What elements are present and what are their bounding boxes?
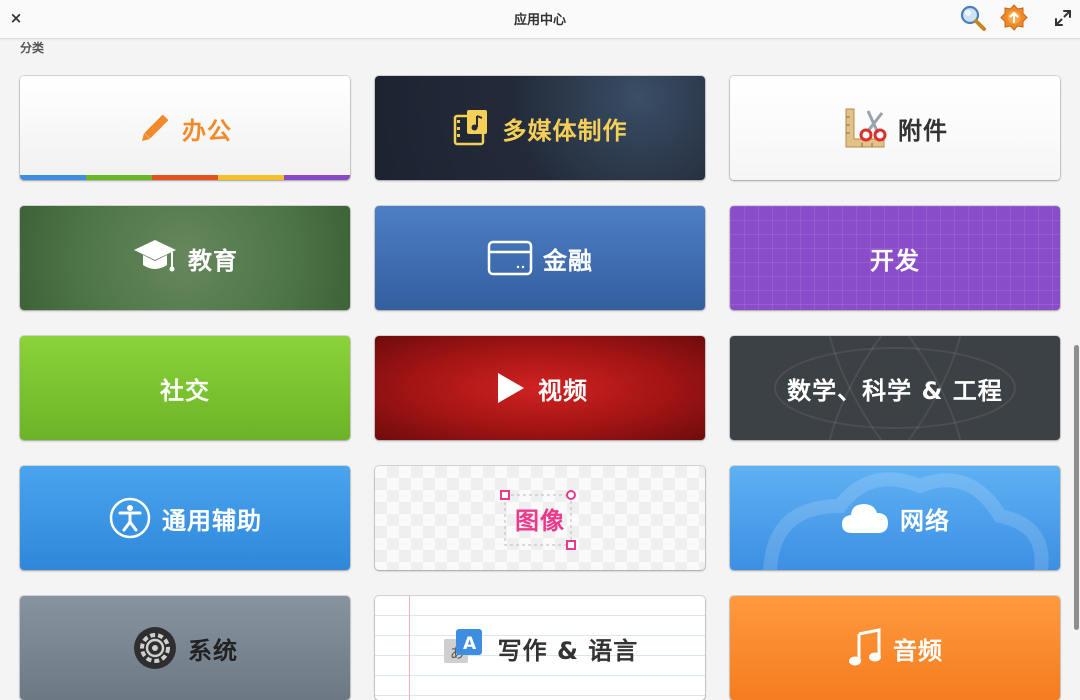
category-accessibility[interactable]: 通用辅助 [20, 466, 350, 570]
stripe-red [152, 175, 218, 180]
gear-icon [132, 625, 178, 671]
play-icon [492, 370, 528, 406]
window-title: 应用中心 [513, 13, 566, 28]
category-audio[interactable]: 音频 [730, 596, 1060, 700]
category-video[interactable]: 视频 [375, 336, 705, 440]
stripe-green [86, 175, 152, 180]
category-office[interactable]: 办公 [20, 76, 350, 180]
category-system[interactable]: 系统 [20, 596, 350, 700]
category-label: 系统 [188, 636, 238, 665]
notebook-margin-line [409, 596, 410, 700]
music-note-icon [847, 628, 883, 668]
expand-icon [1055, 10, 1071, 26]
category-label: 音频 [893, 636, 943, 665]
category-label: 办公 [182, 116, 232, 145]
updates-button[interactable] [999, 3, 1029, 33]
category-development[interactable]: 开发 [730, 206, 1060, 310]
category-label: 社交 [160, 376, 210, 405]
category-label: 网络 [900, 506, 950, 535]
category-label: 通用辅助 [162, 506, 262, 535]
category-label: 写作 & 语言 [497, 636, 639, 665]
category-label: 数学、科学 & 工程 [787, 376, 1003, 405]
svg-text:A: A [463, 634, 477, 654]
category-label: 附件 [898, 116, 948, 145]
category-writing-language[interactable]: あ A 写作 & 语言 [375, 596, 705, 700]
accessibility-icon [108, 496, 152, 540]
ruler-scissors-icon [842, 105, 888, 151]
category-network[interactable]: 网络 [730, 466, 1060, 570]
stripe-purple [284, 175, 350, 180]
category-label: 教育 [188, 246, 238, 275]
stripe-blue [20, 175, 86, 180]
category-social[interactable]: 社交 [20, 336, 350, 440]
language-icon: あ A [442, 625, 488, 671]
category-label: 开发 [870, 246, 920, 275]
category-finance[interactable]: 金融 [375, 206, 705, 310]
update-badge-icon [1000, 4, 1028, 31]
section-heading: 分类 [20, 41, 45, 55]
category-science[interactable]: 数学、科学 & 工程 [730, 336, 1060, 440]
search-icon [960, 5, 986, 31]
vertical-scrollbar[interactable] [1074, 345, 1079, 630]
category-label: 图像 [515, 506, 565, 535]
graduation-cap-icon [132, 237, 178, 279]
category-multimedia[interactable]: 多媒体制作 [375, 76, 705, 180]
card-icon [487, 239, 533, 277]
search-button[interactable] [958, 3, 988, 33]
category-label: 视频 [538, 376, 588, 405]
category-accessories[interactable]: 附件 [730, 76, 1060, 180]
category-label: 金融 [543, 246, 593, 275]
category-label: 多媒体制作 [502, 116, 628, 145]
stripe-yellow [218, 175, 284, 180]
cloud-icon [840, 499, 890, 537]
header-bar: × 应用中心 [0, 0, 1080, 39]
fullscreen-button[interactable] [1052, 7, 1074, 29]
color-stripe [20, 175, 350, 180]
category-graphics[interactable]: 图像 [375, 466, 705, 570]
film-music-icon [453, 108, 493, 148]
category-education[interactable]: 教育 [20, 206, 350, 310]
pencil-icon [138, 111, 172, 145]
